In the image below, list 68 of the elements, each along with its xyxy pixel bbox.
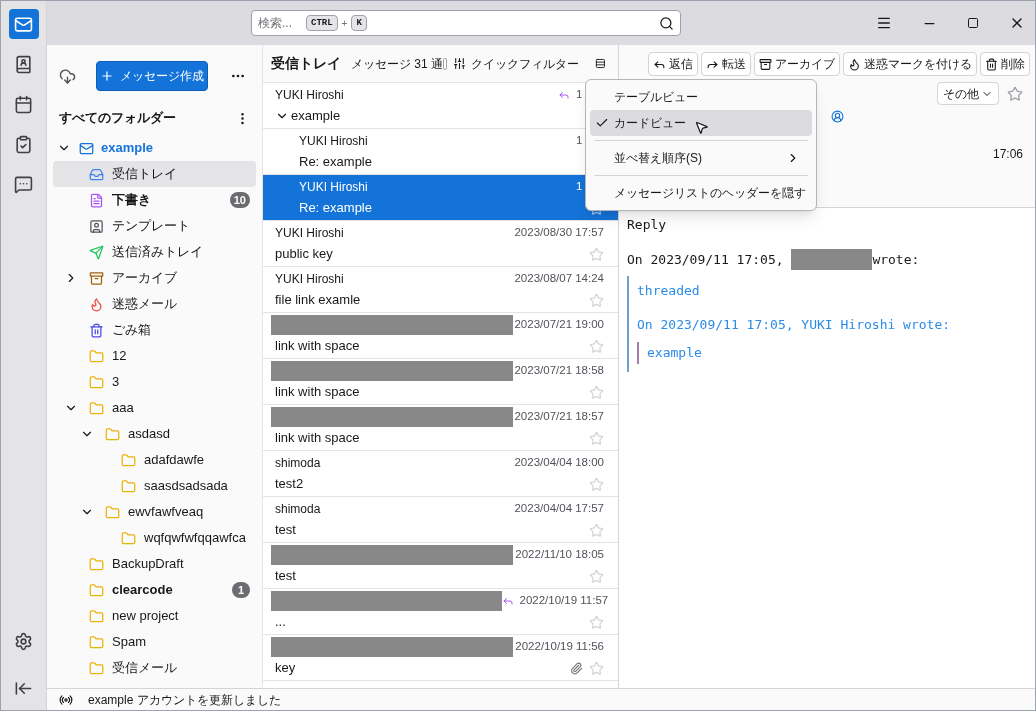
- key-cap: CTRL: [306, 15, 338, 31]
- folder-name: 受信メール: [112, 659, 177, 678]
- body-text: Reply: [627, 216, 668, 234]
- folder-name: テンプレート: [112, 217, 190, 236]
- sender-name: shimoda: [275, 501, 321, 518]
- message-subject: Re: example: [299, 199, 372, 218]
- folder-name: new project: [112, 607, 179, 626]
- quoted-text: threaded: [637, 282, 701, 300]
- folder-name: adafdawfe: [144, 451, 204, 470]
- status-text: example アカウントを更新しました: [88, 691, 281, 709]
- sender-name: shimoda: [275, 455, 321, 472]
- message-date: 1: [576, 133, 584, 149]
- message-subject: example: [291, 107, 341, 126]
- message-date: 2023/07/21 18:57: [514, 409, 604, 425]
- sender-name: YUKI Hiroshi: [275, 87, 344, 104]
- message-date: 2023/04/04 18:00: [514, 455, 604, 471]
- message-date: 2023/08/30 17:57: [514, 225, 604, 241]
- message-count: メッセージ 31 通: [351, 55, 443, 73]
- message-date: 2023/07/21 18:58: [514, 363, 604, 379]
- folder-name: clearcode: [112, 581, 173, 600]
- folder-name: ごみ箱: [112, 321, 151, 340]
- folder-name: 3: [112, 373, 120, 392]
- folder-name: saasdsadsada: [144, 477, 228, 496]
- message-subject: test: [275, 521, 296, 540]
- folder-name: asdasd: [128, 425, 170, 444]
- message-subject: link with space: [275, 429, 360, 448]
- message-time: 17:06: [992, 146, 1023, 163]
- folder-title: 受信トレイ: [271, 54, 341, 73]
- folder-name: BackupDraft: [112, 555, 184, 574]
- message-date: 2023/07/21 19:00: [514, 317, 604, 333]
- folder-name: wqfqwfwfqqawfca: [144, 529, 246, 548]
- message-subject: test2: [275, 475, 304, 494]
- message-subject: file link examle: [275, 291, 361, 310]
- sender-name: YUKI Hiroshi: [299, 133, 368, 150]
- folder-name: Spam: [112, 633, 146, 652]
- quoted-text: example: [647, 344, 703, 362]
- folder-pane-heading: すべてのフォルダー: [59, 109, 176, 128]
- folder-name: アーカイブ: [112, 269, 177, 288]
- sender-name: YUKI Hiroshi: [275, 225, 344, 242]
- message-subject: test: [275, 567, 296, 586]
- sender-name: YUKI Hiroshi: [299, 179, 368, 196]
- message-date: 2022/11/10 18:05: [515, 547, 604, 563]
- plus-sign: +: [341, 16, 348, 31]
- message-date: 2022/10/19 11:56: [515, 639, 604, 655]
- folder-name: 迷惑メール: [112, 295, 177, 314]
- message-date: 1: [576, 179, 584, 195]
- folder-name: 下書き: [112, 191, 151, 210]
- unread-count: 1: [232, 582, 250, 598]
- message-subject: link with space: [275, 383, 360, 402]
- message-subject: key: [275, 659, 296, 678]
- folder-name: 12: [112, 347, 127, 366]
- attribution-text: wrote:: [872, 250, 920, 269]
- folder-name: ewvfawfveaq: [128, 503, 204, 522]
- message-date: 2023/08/07 14:24: [514, 271, 604, 287]
- message-subject: link with space: [275, 337, 360, 356]
- attribution-text: On 2023/09/11 17:05,: [627, 250, 785, 269]
- message-date: 1: [576, 87, 584, 103]
- sender-name: YUKI Hiroshi: [275, 271, 344, 288]
- message-subject: public key: [275, 245, 333, 264]
- quoted-text: On 2023/09/11 17:05, YUKI Hiroshi wrote:: [637, 316, 952, 334]
- message-subject: ...: [275, 613, 286, 632]
- message-date: 2023/04/04 17:57: [514, 501, 604, 517]
- folder-name: 受信トレイ: [112, 165, 177, 184]
- folder-name: aaa: [112, 399, 134, 418]
- unread-count: 10: [229, 192, 250, 208]
- key-cap: K: [351, 15, 367, 31]
- message-subject: Re: example: [299, 153, 372, 172]
- folder-name: 送信済みトレイ: [112, 243, 203, 262]
